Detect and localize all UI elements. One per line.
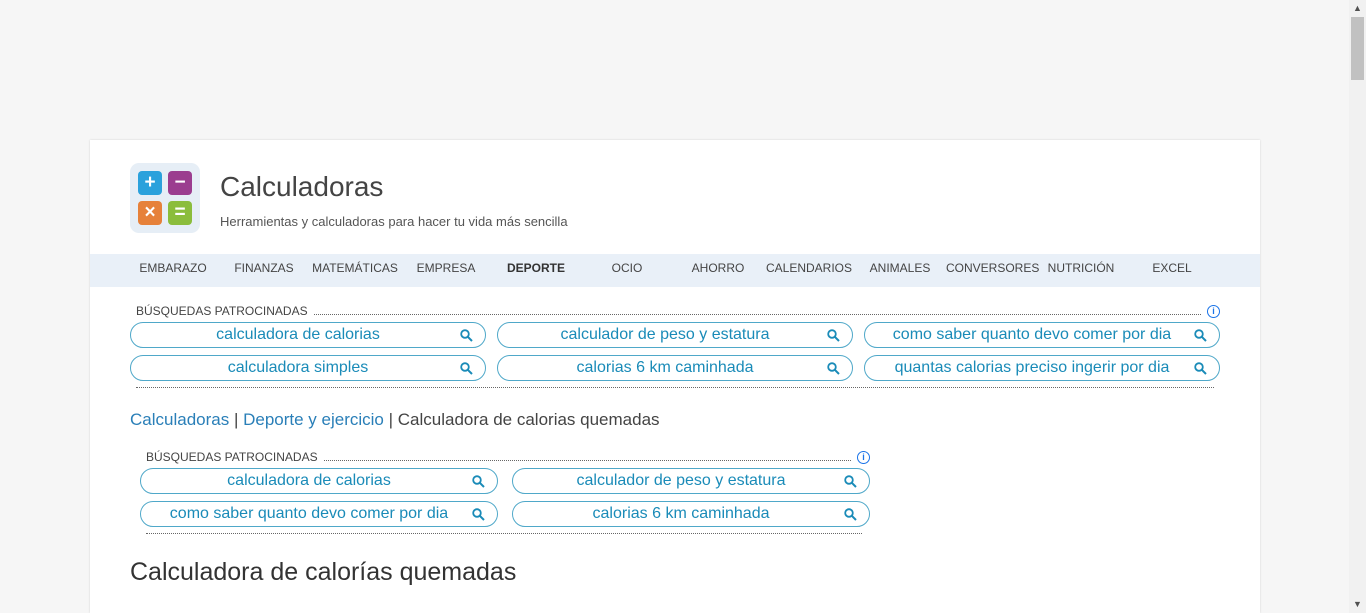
nav-item-empresa[interactable]: EMPRESA [401, 254, 491, 283]
breadcrumb-home[interactable]: Calculadoras [130, 410, 229, 429]
sponsored-heading: BÚSQUEDAS PATROCINADAS i [136, 304, 1220, 318]
sponsored-searches-top: BÚSQUEDAS PATROCINADAS i calculadora de … [130, 304, 1220, 390]
nav-item-nutricion[interactable]: NUTRICIÓN [1036, 254, 1126, 283]
search-icon [472, 475, 485, 488]
site-title[interactable]: Calculadoras [220, 171, 383, 203]
nav-item-ahorro[interactable]: AHORRO [673, 254, 763, 283]
sponsored-search-text: calculadora simples [227, 359, 369, 376]
sponsored-search-text: como saber quanto devo comer por dia [892, 326, 1172, 343]
sponsored-search-link[interactable]: calculadora de calorias [140, 468, 498, 494]
sponsored-search-link[interactable]: calorias 6 km caminhada [497, 355, 853, 381]
search-icon [844, 475, 857, 488]
sponsored-search-text: calculadora de calorias [227, 472, 391, 489]
sponsored-search-link[interactable]: calorias 6 km caminhada [512, 501, 870, 527]
search-icon [1194, 362, 1207, 375]
sponsored-search-link[interactable]: como saber quanto devo comer por dia [864, 322, 1220, 348]
sponsored-search-link[interactable]: calculadora de calorias [130, 322, 486, 348]
sponsored-search-text: como saber quanto devo comer por dia [169, 505, 449, 522]
search-icon [460, 329, 473, 342]
info-icon[interactable]: i [857, 450, 870, 464]
page-title: Calculadora de calorías quemadas [130, 558, 517, 586]
nav-item-ocio[interactable]: OCIO [582, 254, 672, 283]
sponsored-heading: BÚSQUEDAS PATROCINADAS i [146, 450, 870, 464]
nav-item-finanzas[interactable]: FINANZAS [219, 254, 309, 283]
search-icon [472, 508, 485, 521]
sponsored-search-text: calorias 6 km caminhada [576, 359, 754, 376]
scrollbar-thumb[interactable] [1351, 17, 1364, 80]
search-icon [827, 362, 840, 375]
breadcrumb-current: Calculadora de calorias quemadas [397, 410, 660, 429]
minus-icon: − [168, 171, 192, 195]
sponsored-search-text: calorias 6 km caminhada [592, 505, 770, 522]
sponsored-search-link[interactable]: calculador de peso y estatura [497, 322, 853, 348]
sponsored-bottom-divider [146, 533, 862, 534]
scroll-up-icon[interactable]: ▲ [1349, 0, 1366, 17]
nav-item-embarazo[interactable]: EMBARAZO [128, 254, 218, 283]
nav-item-excel[interactable]: EXCEL [1127, 254, 1217, 283]
sponsored-search-link[interactable]: quantas calorias preciso ingerir por dia [864, 355, 1220, 381]
search-icon [844, 508, 857, 521]
nav-item-conversores[interactable]: CONVERSORES [946, 254, 1039, 283]
nav-item-animales[interactable]: ANIMALES [855, 254, 945, 283]
breadcrumb-separator: | [383, 410, 398, 429]
sponsored-searches-mid: BÚSQUEDAS PATROCINADAS i calculadora de … [140, 450, 870, 536]
sponsored-search-text: quantas calorias preciso ingerir por dia [894, 359, 1170, 376]
plus-icon: + [138, 171, 162, 195]
sponsored-search-link[interactable]: como saber quanto devo comer por dia [140, 501, 498, 527]
breadcrumb-separator: | [229, 410, 244, 429]
sponsored-bottom-divider [136, 387, 1214, 388]
main-nav: EMBARAZO FINANZAS MATEMÁTICAS EMPRESA DE… [90, 254, 1260, 287]
search-icon [827, 329, 840, 342]
equals-icon: = [168, 201, 192, 225]
info-icon[interactable]: i [1207, 304, 1220, 318]
breadcrumb-section[interactable]: Deporte y ejercicio [243, 410, 384, 429]
content-card: + − × = Calculadoras Herramientas y calc… [90, 140, 1260, 613]
sponsored-heading-label: BÚSQUEDAS PATROCINADAS [136, 304, 308, 318]
sponsored-search-text: calculador de peso y estatura [560, 326, 770, 343]
nav-item-deporte[interactable]: DEPORTE [491, 254, 581, 283]
nav-item-calendarios[interactable]: CALENDARIOS [764, 254, 854, 283]
calculator-logo[interactable]: + − × = [130, 163, 200, 233]
scroll-down-icon[interactable]: ▼ [1349, 596, 1366, 613]
times-icon: × [138, 201, 162, 225]
nav-item-matematicas[interactable]: MATEMÁTICAS [310, 254, 400, 283]
page-scrollbar[interactable]: ▲ ▼ [1349, 0, 1366, 613]
sponsored-search-text: calculadora de calorias [216, 326, 380, 343]
breadcrumb: Calculadoras | Deporte y ejercicio | Cal… [130, 410, 660, 430]
search-icon [1194, 329, 1207, 342]
heading-divider [323, 453, 851, 461]
sponsored-search-link[interactable]: calculador de peso y estatura [512, 468, 870, 494]
search-icon [460, 362, 473, 375]
sponsored-search-link[interactable]: calculadora simples [130, 355, 486, 381]
sponsored-heading-label: BÚSQUEDAS PATROCINADAS [146, 450, 318, 464]
sponsored-search-text: calculador de peso y estatura [576, 472, 786, 489]
site-subtitle: Herramientas y calculadoras para hacer t… [220, 214, 568, 229]
heading-divider [313, 307, 1201, 315]
